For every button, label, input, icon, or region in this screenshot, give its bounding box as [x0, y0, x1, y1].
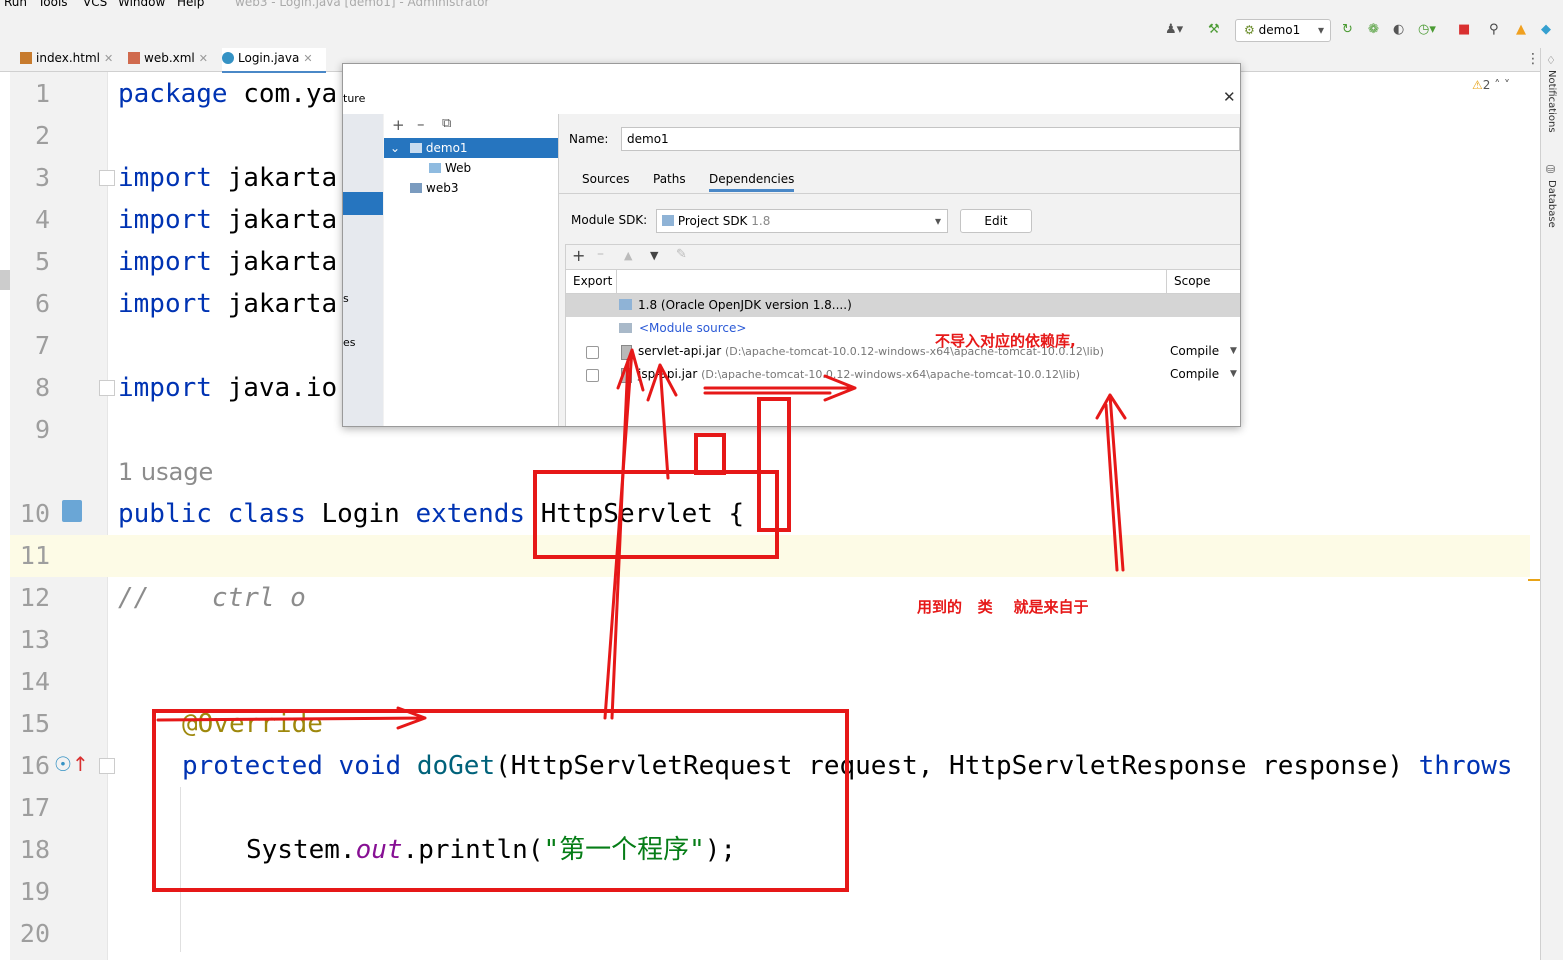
annotation-note-dependency: 不导入对应的依赖库, — [935, 332, 1076, 350]
arrow-right-to-path — [703, 374, 857, 402]
arrow-override — [156, 706, 427, 730]
arrow-to-servlet-jar — [603, 348, 645, 720]
arrow-from-httpservlet — [646, 363, 678, 480]
annotation-note-class-source: 用到的 类 就是来自于 — [917, 598, 1089, 616]
arrow-to-servlet-jar-2 — [610, 358, 630, 720]
annotation-arrows — [156, 348, 1127, 730]
